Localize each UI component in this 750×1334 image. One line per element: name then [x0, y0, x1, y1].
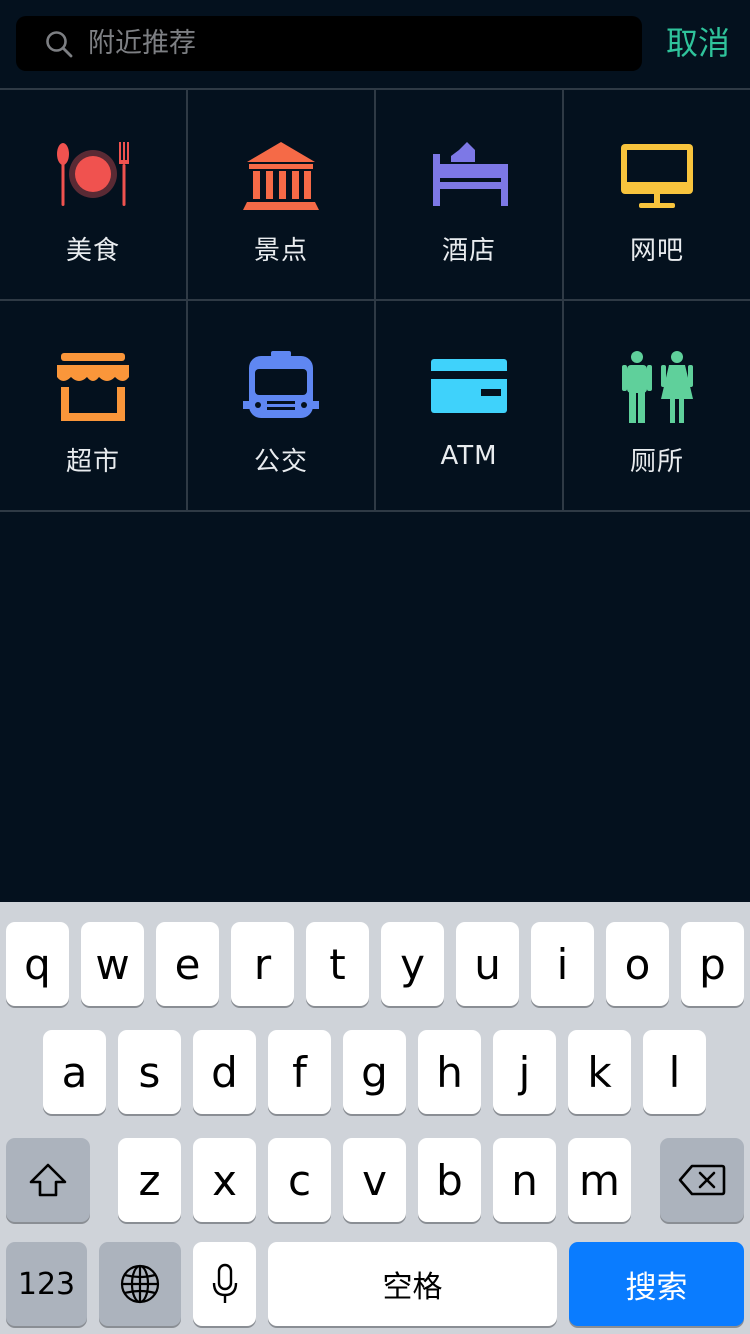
category-sights[interactable]: 景点	[188, 90, 376, 299]
key-w[interactable]: w	[81, 922, 144, 1006]
key-k[interactable]: k	[568, 1030, 631, 1114]
category-label: 厕所	[629, 447, 684, 477]
key-j[interactable]: j	[493, 1030, 556, 1114]
category-label: 超市	[65, 447, 120, 477]
category-hotel[interactable]: 酒店	[376, 90, 564, 299]
key-c[interactable]: c	[268, 1138, 331, 1222]
backspace-key[interactable]	[660, 1138, 744, 1222]
search-key[interactable]: 搜索	[569, 1242, 744, 1326]
key-n[interactable]: n	[493, 1138, 556, 1222]
key-m[interactable]: m	[568, 1138, 631, 1222]
category-internet-cafe[interactable]: 网吧	[564, 90, 750, 299]
key-q[interactable]: q	[6, 922, 69, 1006]
shift-arrow-icon	[29, 1163, 67, 1197]
restroom-icon	[622, 351, 693, 423]
numbers-key[interactable]: 123	[6, 1242, 87, 1326]
category-label: ATM	[440, 441, 498, 471]
key-p[interactable]: p	[681, 922, 744, 1006]
key-t[interactable]: t	[306, 922, 369, 1006]
space-key[interactable]: 空格	[268, 1242, 557, 1326]
bus-icon	[243, 351, 319, 418]
category-row: 美食 景点 酒店 网吧	[0, 90, 750, 301]
key-g[interactable]: g	[343, 1030, 406, 1114]
key-s[interactable]: s	[118, 1030, 181, 1114]
key-h[interactable]: h	[418, 1030, 481, 1114]
cancel-button[interactable]: 取消	[654, 16, 750, 71]
microphone-icon	[212, 1263, 237, 1303]
microphone-key[interactable]	[193, 1242, 256, 1326]
backspace-icon	[678, 1164, 726, 1196]
key-y[interactable]: y	[381, 922, 444, 1006]
category-restroom[interactable]: 厕所	[564, 301, 750, 510]
store-icon	[57, 353, 129, 421]
category-grid: 美食 景点 酒店 网吧 超市 公交 ATM 厕所	[0, 88, 750, 512]
key-a[interactable]: a	[43, 1030, 106, 1114]
category-label: 酒店	[441, 236, 496, 266]
search-icon	[46, 30, 73, 57]
category-atm[interactable]: ATM	[376, 301, 564, 510]
key-r[interactable]: r	[231, 922, 294, 1006]
key-l[interactable]: l	[643, 1030, 706, 1114]
search-bar: 取消	[0, 0, 750, 88]
credit-card-icon	[431, 359, 507, 413]
key-v[interactable]: v	[343, 1138, 406, 1222]
category-food[interactable]: 美食	[0, 90, 188, 299]
category-bus[interactable]: 公交	[188, 301, 376, 510]
monitor-icon	[621, 144, 693, 208]
search-input[interactable]	[88, 16, 642, 71]
category-label: 美食	[65, 236, 120, 266]
category-label: 网吧	[629, 236, 684, 266]
shift-key[interactable]	[6, 1138, 90, 1222]
key-d[interactable]: d	[193, 1030, 256, 1114]
key-i[interactable]: i	[531, 922, 594, 1006]
hotel-bed-icon	[433, 142, 508, 206]
search-field[interactable]	[16, 16, 642, 71]
category-supermarket[interactable]: 超市	[0, 301, 188, 510]
key-b[interactable]: b	[418, 1138, 481, 1222]
globe-key[interactable]	[99, 1242, 181, 1326]
category-row: 超市 公交 ATM 厕所	[0, 301, 750, 512]
restaurant-icon	[57, 142, 129, 206]
key-e[interactable]: e	[156, 922, 219, 1006]
key-f[interactable]: f	[268, 1030, 331, 1114]
key-u[interactable]: u	[456, 922, 519, 1006]
landmark-icon	[243, 142, 319, 210]
category-label: 景点	[253, 236, 308, 266]
key-x[interactable]: x	[193, 1138, 256, 1222]
key-z[interactable]: z	[118, 1138, 181, 1222]
category-label: 公交	[253, 447, 308, 477]
globe-icon	[120, 1264, 160, 1304]
keyboard: q w e r t y u i o p a s d f g h j k l z …	[0, 902, 750, 1334]
key-o[interactable]: o	[606, 922, 669, 1006]
